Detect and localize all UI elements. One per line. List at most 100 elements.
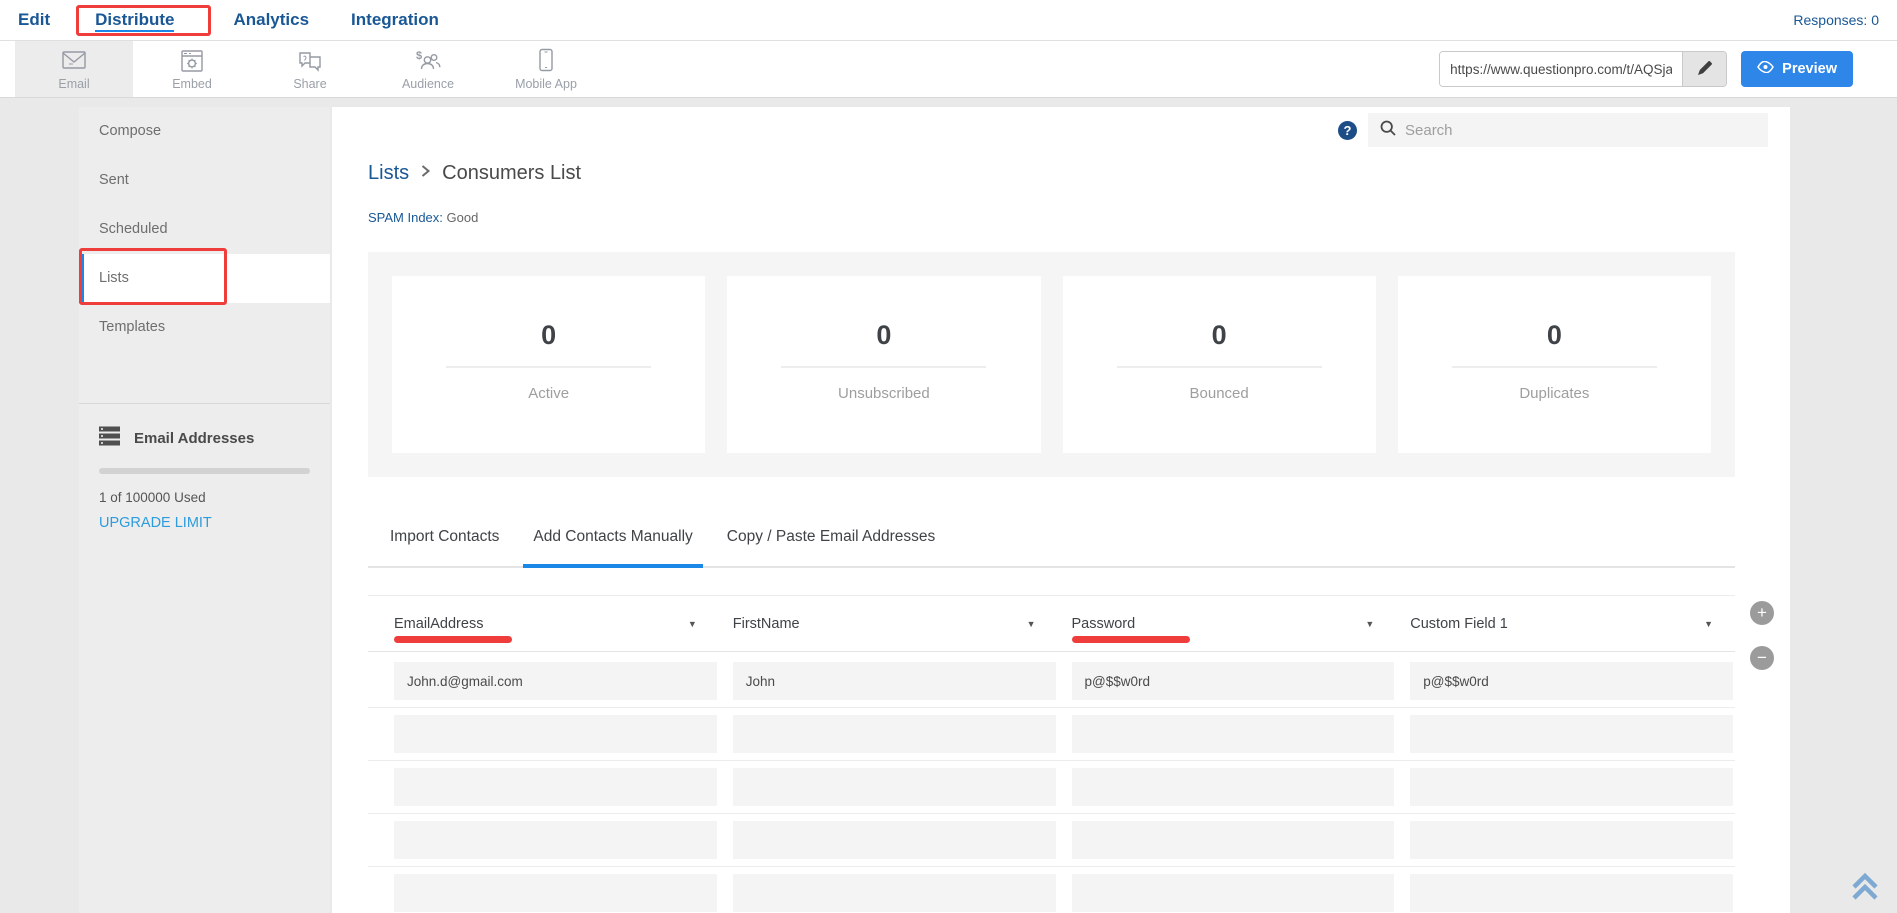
contact-email-input[interactable] <box>394 715 717 753</box>
stat-divider <box>1452 366 1657 368</box>
contact-email-input[interactable] <box>394 874 717 912</box>
row-divider <box>368 813 1735 814</box>
sidebar-item-scheduled[interactable]: Scheduled <box>79 205 330 254</box>
channel-tab-audience[interactable]: $ Audience <box>369 41 487 97</box>
contact-firstname-input[interactable] <box>733 662 1056 700</box>
survey-url-input[interactable] <box>1440 52 1682 86</box>
usage-progress-bar <box>99 468 310 474</box>
channel-tab-label: Share <box>293 77 326 91</box>
search-box <box>1368 113 1768 147</box>
stat-value: 0 <box>392 320 705 351</box>
contact-firstname-input[interactable] <box>733 874 1056 912</box>
stat-label: Duplicates <box>1398 385 1711 402</box>
email-sidebar: Compose Sent Scheduled Lists Templates E… <box>79 107 330 913</box>
contact-password-input[interactable] <box>1072 768 1395 806</box>
contact-email-input[interactable] <box>394 662 717 700</box>
scroll-to-top-icon[interactable] <box>1846 867 1884 910</box>
sidebar-item-lists[interactable]: Lists <box>79 254 330 303</box>
contact-customfield-input[interactable] <box>1410 662 1733 700</box>
field-select-label: FirstName <box>733 616 800 632</box>
contact-password-input[interactable] <box>1072 662 1395 700</box>
contact-row-empty <box>368 821 1735 859</box>
stat-value: 0 <box>727 320 1040 351</box>
preview-button[interactable]: Preview <box>1741 51 1853 87</box>
annotation-underline-password <box>1072 636 1190 643</box>
audience-icon: $ <box>414 47 442 73</box>
mobile-icon <box>538 47 554 73</box>
email-addresses-section: Email Addresses 1 of 100000 Used UPGRADE… <box>79 404 330 532</box>
questionpro-distribute-screen: Edit Distribute Analytics Integration Re… <box>0 0 1897 913</box>
tab-add-contacts-manually[interactable]: Add Contacts Manually <box>523 528 702 566</box>
nav-tab-edit[interactable]: Edit <box>18 10 50 30</box>
annotation-box-distribute: Distribute <box>76 5 211 36</box>
edit-url-button[interactable] <box>1682 52 1726 86</box>
contact-customfield-input[interactable] <box>1410 874 1733 912</box>
contact-email-input[interactable] <box>394 768 717 806</box>
distribute-toolbar: Email Embed Share $ Audience <box>0 41 1897 98</box>
breadcrumb-lists-link[interactable]: Lists <box>368 162 409 185</box>
nav-tab-distribute[interactable]: Distribute <box>95 10 174 32</box>
channel-tab-embed[interactable]: Embed <box>133 41 251 97</box>
share-icon <box>297 47 323 73</box>
breadcrumb: Lists Consumers List <box>368 162 581 185</box>
nav-tab-analytics[interactable]: Analytics <box>233 10 309 30</box>
field-select-row: EmailAddress ▼ FirstName ▼ Password ▼ Cu… <box>368 595 1735 652</box>
main-top-bar: ? <box>1338 113 1768 147</box>
tab-import-contacts[interactable]: Import Contacts <box>380 528 509 566</box>
contact-email-input[interactable] <box>394 821 717 859</box>
stat-divider <box>781 366 986 368</box>
contact-password-input[interactable] <box>1072 821 1395 859</box>
survey-url-group <box>1439 51 1727 87</box>
contacts-tabs: Import Contacts Add Contacts Manually Co… <box>368 505 1735 568</box>
channel-tab-label: Embed <box>172 77 212 91</box>
channel-tab-email[interactable]: Email <box>15 41 133 97</box>
field-select-custom-field-1[interactable]: Custom Field 1 ▼ <box>1410 596 1733 651</box>
help-icon[interactable]: ? <box>1338 121 1357 140</box>
sidebar-item-templates[interactable]: Templates <box>79 303 330 352</box>
contact-firstname-input[interactable] <box>733 768 1056 806</box>
nav-tab-integration[interactable]: Integration <box>351 10 439 30</box>
lists-main-panel: ? Lists Consumers List SPAM Index: Good … <box>332 107 1790 913</box>
stat-value: 0 <box>1063 320 1376 351</box>
tab-copy-paste-email-addresses[interactable]: Copy / Paste Email Addresses <box>717 528 946 566</box>
sidebar-item-compose[interactable]: Compose <box>79 107 330 156</box>
contact-row-empty <box>368 715 1735 753</box>
upgrade-limit-link[interactable]: UPGRADE LIMIT <box>99 515 212 531</box>
preview-label: Preview <box>1782 61 1837 77</box>
chevron-down-icon: ▼ <box>1027 619 1036 629</box>
sidebar-item-sent[interactable]: Sent <box>79 156 330 205</box>
contact-customfield-input[interactable] <box>1410 715 1733 753</box>
field-select-password[interactable]: Password ▼ <box>1072 596 1395 651</box>
contact-row-empty <box>368 874 1735 912</box>
contact-firstname-input[interactable] <box>733 715 1056 753</box>
stat-label: Bounced <box>1063 385 1376 402</box>
contact-firstname-input[interactable] <box>733 821 1056 859</box>
contact-customfield-input[interactable] <box>1410 821 1733 859</box>
contact-row <box>368 662 1735 700</box>
remove-row-button[interactable]: − <box>1750 646 1774 670</box>
top-nav-tabs: Edit Distribute Analytics Integration <box>18 5 481 36</box>
channel-tab-share[interactable]: Share <box>251 41 369 97</box>
contact-row-empty <box>368 768 1735 806</box>
field-select-firstname[interactable]: FirstName ▼ <box>733 596 1056 651</box>
channel-tab-label: Email <box>58 77 89 91</box>
field-select-emailaddress[interactable]: EmailAddress ▼ <box>394 596 717 651</box>
channel-tab-mobile-app[interactable]: Mobile App <box>487 41 605 97</box>
contact-password-input[interactable] <box>1072 715 1395 753</box>
contact-customfield-input[interactable] <box>1410 768 1733 806</box>
stat-divider <box>446 366 651 368</box>
stat-card-bounced: 0 Bounced <box>1063 276 1376 453</box>
add-contacts-table: EmailAddress ▼ FirstName ▼ Password ▼ Cu… <box>368 595 1735 912</box>
breadcrumb-current: Consumers List <box>442 162 581 185</box>
stat-card-active: 0 Active <box>392 276 705 453</box>
spam-index-label: SPAM Index: <box>368 210 443 225</box>
row-divider <box>368 707 1735 708</box>
contact-password-input[interactable] <box>1072 874 1395 912</box>
eye-icon <box>1757 61 1774 77</box>
embed-icon <box>180 47 204 73</box>
search-input[interactable] <box>1405 122 1756 139</box>
row-divider <box>368 866 1735 867</box>
add-row-button[interactable]: + <box>1750 601 1774 625</box>
email-sidebar-nav: Compose Sent Scheduled Lists Templates <box>79 107 330 352</box>
chevron-right-icon <box>420 162 431 185</box>
